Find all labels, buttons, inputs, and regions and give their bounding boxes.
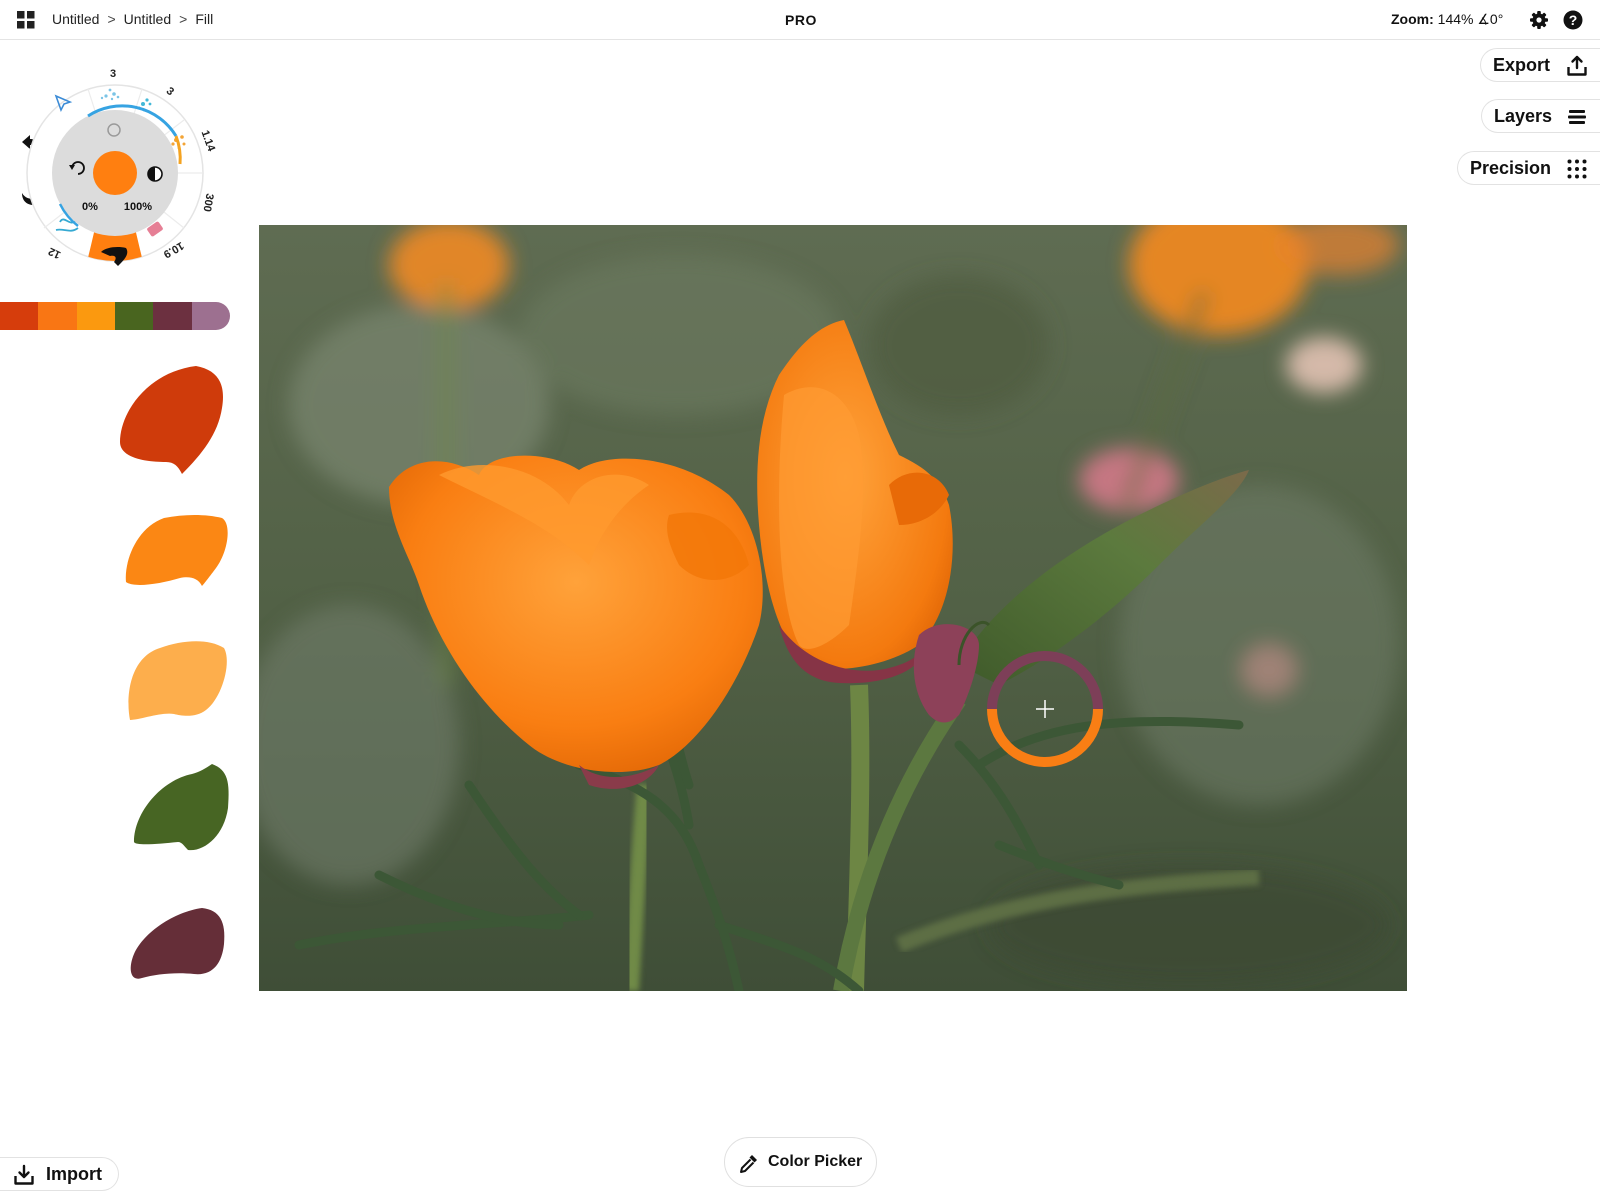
import-button[interactable]: Import (0, 1157, 119, 1191)
dots-grid-icon (1567, 159, 1587, 179)
breadcrumb-separator: > (179, 11, 188, 27)
palette-color-5[interactable] (153, 302, 192, 330)
export-button[interactable]: Export (1480, 48, 1600, 82)
eyedropper-icon (740, 1155, 757, 1173)
angle-value: ∡0° (1477, 11, 1504, 27)
swatch-green[interactable] (132, 762, 232, 852)
tool-size-label: 12 (47, 245, 63, 261)
active-color-swatch[interactable] (93, 151, 137, 195)
question-icon[interactable]: ? (1563, 10, 1583, 30)
tool-size-label: 300 (200, 192, 215, 212)
breadcrumb: Untitled > Untitled > Fill (52, 11, 213, 27)
layers-label: Layers (1494, 105, 1553, 126)
pro-badge[interactable]: PRO (785, 12, 817, 28)
opacity-value: 0% (82, 201, 98, 213)
color-picker-label: Color Picker (768, 1153, 863, 1170)
zoom-readout[interactable]: Zoom: 144% ∡0° (1391, 11, 1503, 28)
gear-icon[interactable] (1529, 10, 1549, 30)
export-label: Export (1493, 54, 1551, 75)
breadcrumb-item-drawing[interactable]: Untitled (124, 11, 171, 27)
swatch-maroon[interactable] (128, 906, 230, 982)
import-label: Import (46, 1164, 102, 1184)
download-icon (14, 1164, 34, 1185)
color-picker-button[interactable]: Color Picker (724, 1137, 877, 1187)
color-picker-loupe[interactable] (984, 648, 1106, 770)
contrast-icon[interactable] (147, 166, 163, 182)
palette-color-4[interactable] (114, 302, 154, 330)
tool-size-label: 3 (164, 85, 176, 98)
zoom-label: Zoom: (1391, 11, 1434, 27)
breadcrumb-separator: > (107, 11, 116, 27)
palette-color-2[interactable] (38, 302, 77, 330)
palette-color-3[interactable] (76, 302, 115, 330)
upload-icon (1567, 55, 1587, 76)
stack-icon (1568, 110, 1586, 124)
top-bar: Untitled > Untitled > Fill PRO Zoom: 144… (0, 0, 1600, 40)
crosshair-icon (1036, 700, 1054, 718)
tool-size-label: 1.14 (199, 129, 218, 154)
swatch-orange[interactable] (124, 512, 230, 592)
color-palette-strip[interactable] (0, 302, 230, 330)
swatch-red[interactable] (118, 362, 228, 477)
tool-wheel[interactable]: 3 3 1.14 300 10.9 12 0% 100% (26, 64, 222, 284)
swatch-light-orange[interactable] (126, 638, 230, 723)
svg-text:?: ? (1569, 12, 1578, 28)
grid-icon[interactable] (17, 11, 35, 29)
precision-label: Precision (1470, 157, 1552, 178)
tool-size-label: 3 (110, 68, 116, 80)
breadcrumb-item-layer[interactable]: Fill (195, 11, 213, 27)
palette-color-1[interactable] (0, 302, 39, 330)
canvas-photo[interactable] (259, 225, 1407, 991)
smoothing-value: 100% (124, 201, 152, 213)
layers-button[interactable]: Layers (1481, 99, 1600, 133)
palette-color-6[interactable] (191, 302, 230, 330)
breadcrumb-item-gallery[interactable]: Untitled (52, 11, 99, 27)
precision-button[interactable]: Precision (1457, 151, 1600, 185)
zoom-value: 144% (1437, 11, 1474, 27)
